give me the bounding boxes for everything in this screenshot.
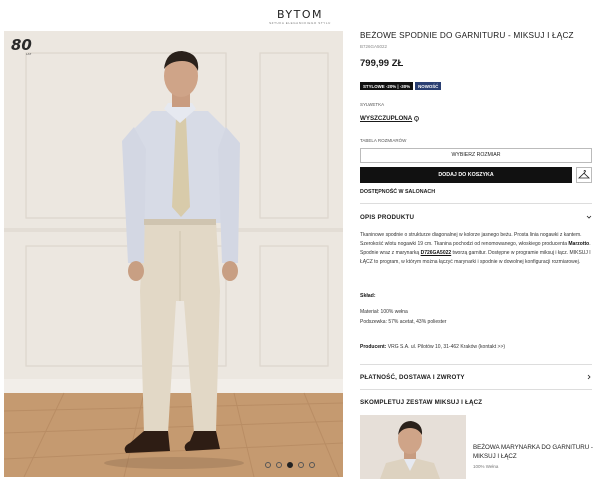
material-composition: Materiał: 100% wełna — [360, 309, 408, 315]
info-icon[interactable]: i — [414, 116, 420, 121]
chevron-down-icon[interactable] — [586, 214, 592, 220]
brand-logo[interactable]: BYTOM — [0, 8, 600, 21]
product-description: Tkaninowe spodnie o strukturze diagonaln… — [360, 231, 592, 267]
size-table-link[interactable]: TABELA ROZMIARÓW — [360, 138, 406, 143]
payment-delivery-returns-section[interactable]: PŁATNOŚĆ, DOSTAWA I ZWROTY — [360, 374, 465, 381]
divider — [360, 364, 592, 365]
gallery-pagination — [265, 462, 315, 468]
description-section-title[interactable]: OPIS PRODUKTU — [360, 214, 414, 221]
select-size-button[interactable]: WYBIERZ ROZMIAR — [360, 148, 592, 163]
promo-tag-discount: STYLOWE -20% | -30% — [360, 82, 414, 90]
related-product-material: 100% Wełna — [473, 464, 499, 469]
divider — [360, 203, 592, 204]
product-image-gallery[interactable]: 80 LAT — [4, 31, 343, 477]
composition-label: Skład: — [360, 293, 376, 299]
lining-composition: Podszewka: 57% acetat, 43% poliester — [360, 319, 447, 325]
product-sku: B726GA5022 — [360, 44, 388, 49]
related-product-image[interactable] — [360, 415, 466, 479]
chevron-right-icon[interactable] — [586, 374, 592, 380]
hanger-icon[interactable] — [576, 167, 592, 183]
brand-tagline: SZTUKA ELEGANCKIEGO STYLU — [269, 21, 331, 25]
gallery-dot-4[interactable] — [298, 462, 304, 468]
divider — [360, 389, 592, 390]
product-price: 799,99 ZŁ — [360, 58, 404, 69]
gallery-dot-2[interactable] — [276, 462, 282, 468]
gallery-dot-5[interactable] — [309, 462, 315, 468]
producer-address[interactable]: VRG S.A. ul. Pilotów 10, 31-462 Kraków (… — [386, 344, 505, 350]
producer-label: Producent: — [360, 344, 387, 350]
fabric-brand: Marzotto — [568, 240, 590, 247]
related-product-name[interactable]: BEŻOWA MARYNARKA DO GARNITURU - MIKSUJ I… — [473, 444, 593, 461]
product-info-panel: BEŻOWE SPODNIE DO GARNITURU - MIKSUJ I Ł… — [360, 31, 593, 479]
description-text-1: Tkaninowe spodnie o strukturze diagonaln… — [360, 232, 582, 247]
anniversary-badge-sub: LAT — [26, 52, 32, 56]
producer-info: Producent: VRG S.A. ul. Pilotów 10, 31-4… — [360, 344, 505, 350]
fit-value-text: WYSZCZUPLONA — [360, 115, 413, 122]
promo-tags: STYLOWE -20% | -30% NOWOŚĆ — [360, 82, 592, 90]
fit-value-link[interactable]: WYSZCZUPLONA i — [360, 115, 420, 122]
site-header: BYTOM SZTUKA ELEGANCKIEGO STYLU — [0, 0, 600, 28]
fit-label: SYLWETKA — [360, 102, 385, 107]
cart-row: DODAJ DO KOSZYKA — [360, 167, 592, 183]
complete-set-title: SKOMPLETUJ ZESTAW MIKSUJ I ŁĄCZ — [360, 399, 483, 406]
add-to-cart-button[interactable]: DODAJ DO KOSZYKA — [360, 167, 572, 183]
product-title: BEŻOWE SPODNIE DO GARNITURU - MIKSUJ I Ł… — [360, 31, 574, 40]
matching-jacket-link[interactable]: D726GA5022 — [421, 250, 452, 256]
product-photo — [4, 31, 343, 477]
store-availability-link[interactable]: DOSTĘPNOŚĆ W SALONACH — [360, 189, 435, 195]
gallery-dot-3[interactable] — [287, 462, 293, 468]
gallery-dot-1[interactable] — [265, 462, 271, 468]
promo-tag-new: NOWOŚĆ — [415, 82, 442, 90]
